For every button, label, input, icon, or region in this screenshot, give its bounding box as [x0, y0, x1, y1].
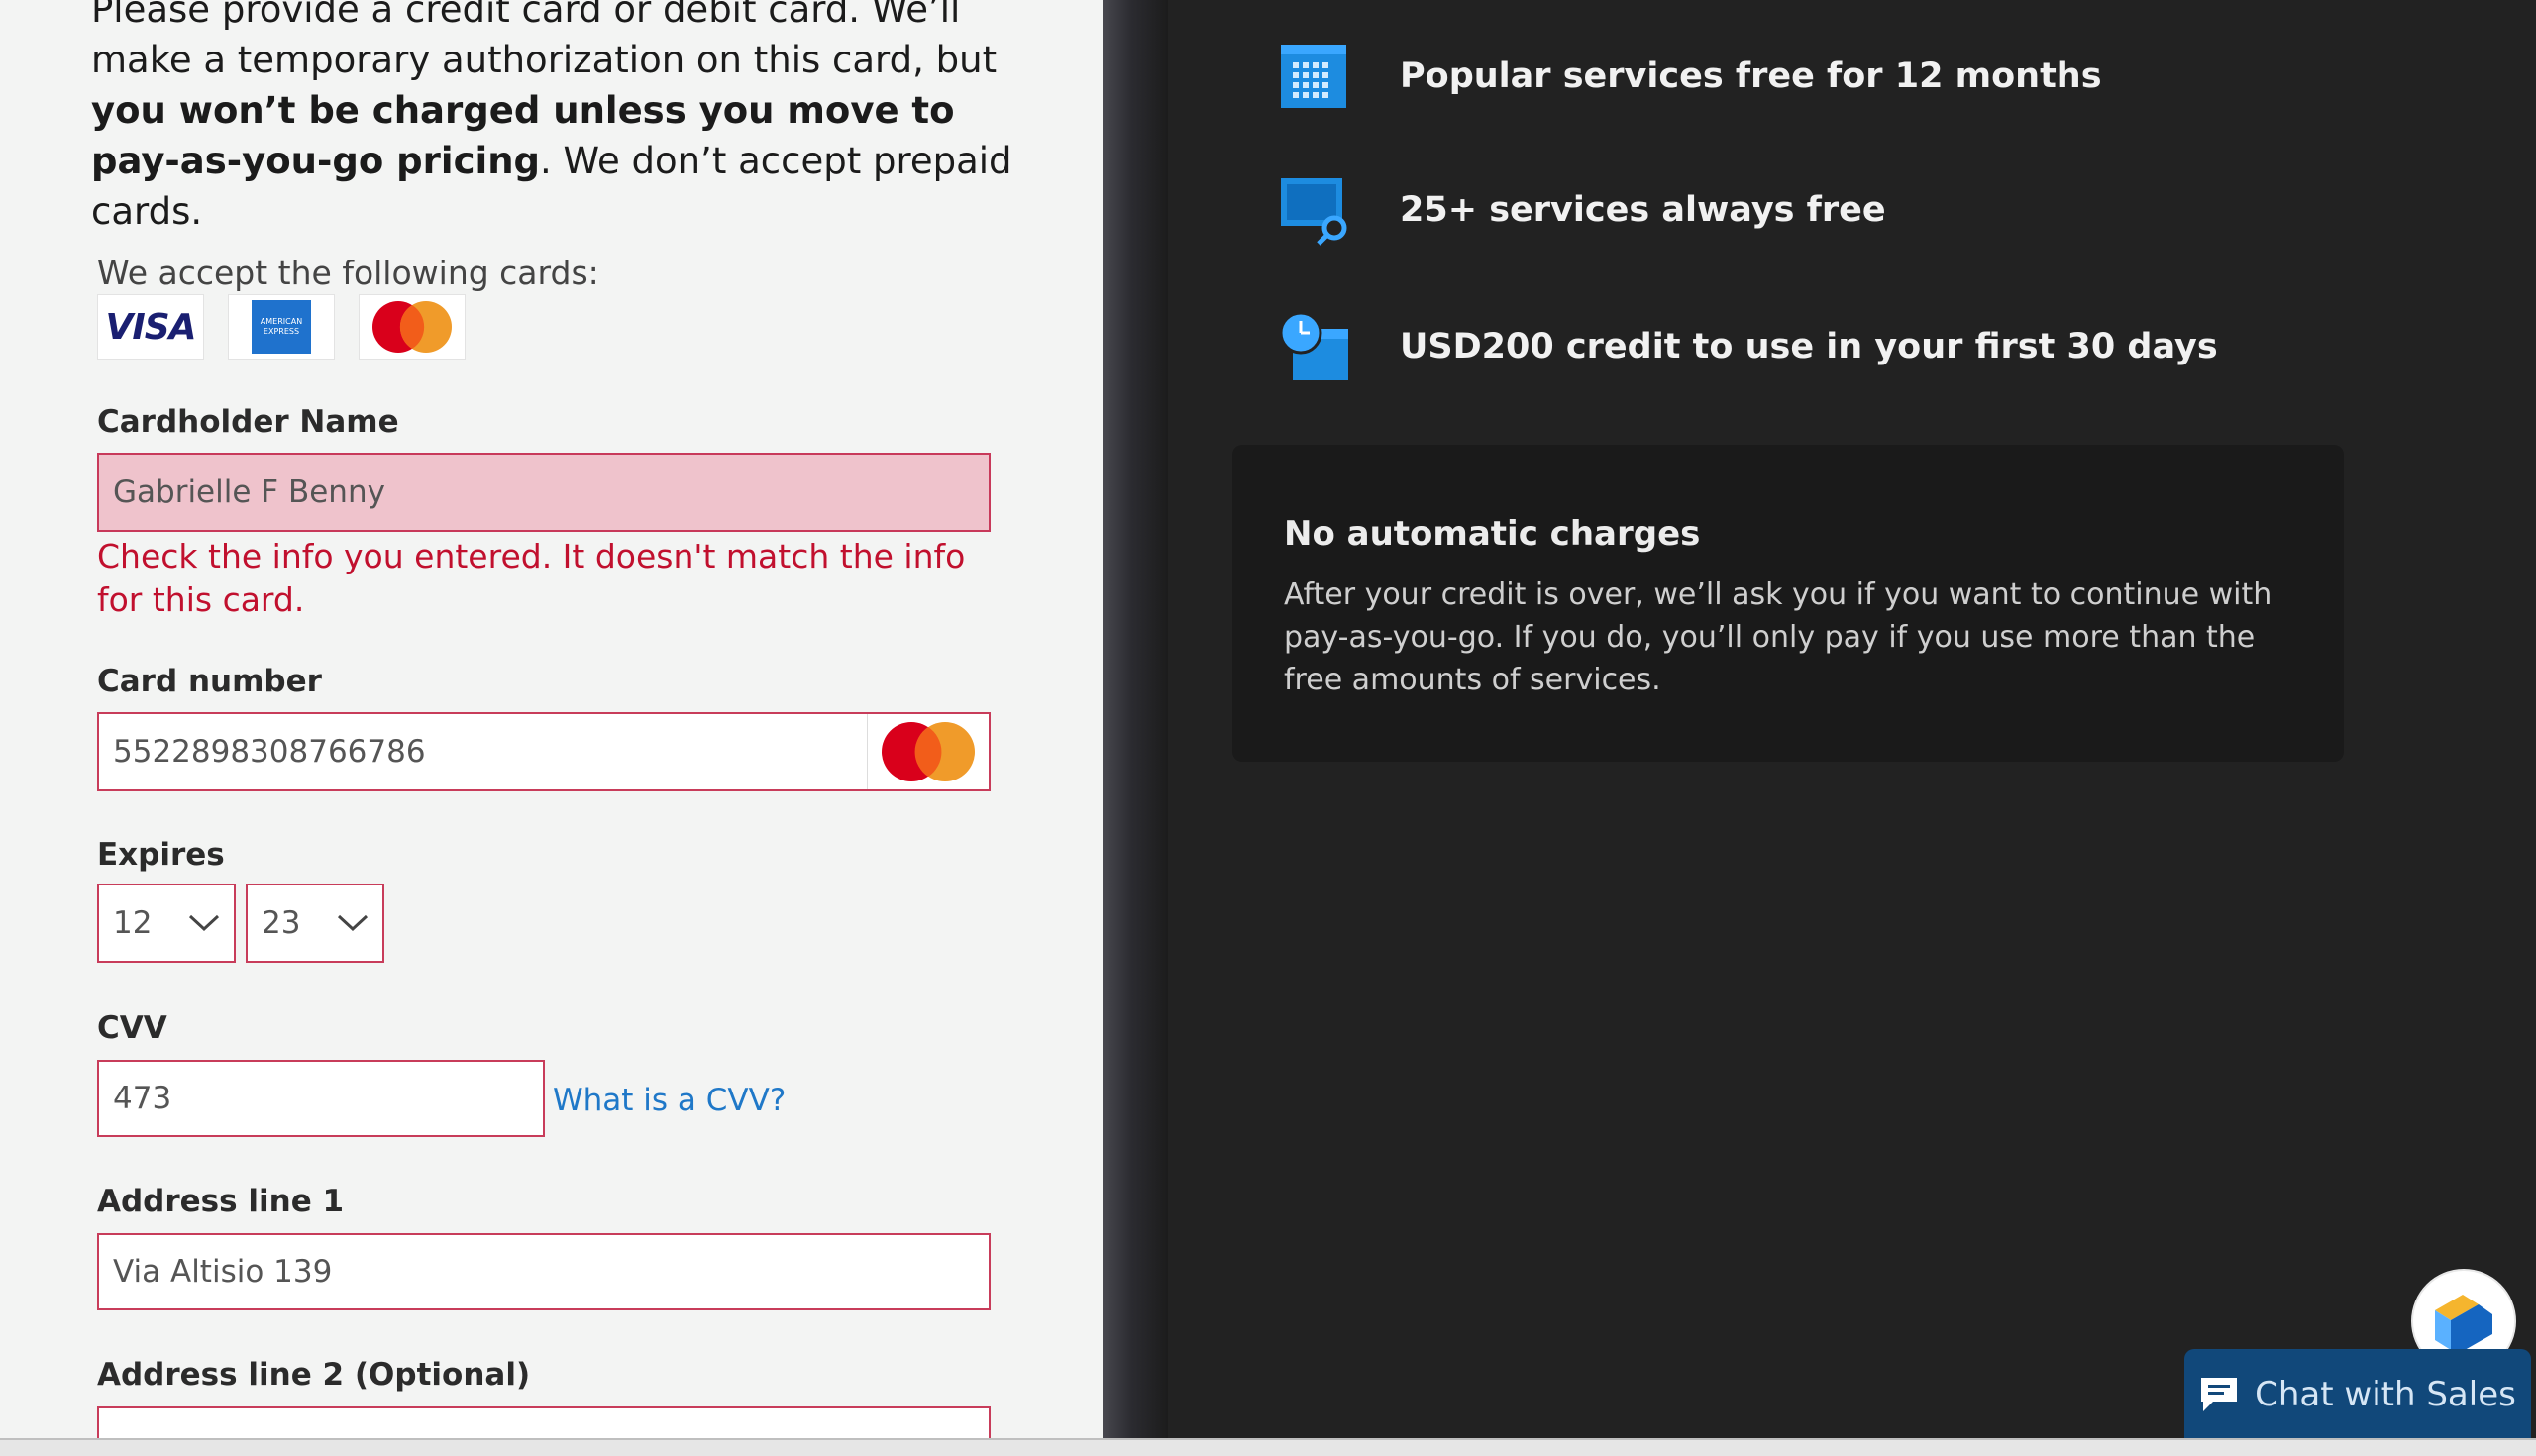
cvv-input[interactable]: 473 — [97, 1060, 545, 1137]
clock-calendar-icon — [1279, 311, 1350, 382]
benefit-item: 25+ services always free — [1279, 174, 1886, 246]
payment-form-panel: Please provide a credit card or debit ca… — [0, 0, 1103, 1438]
address-line1-input[interactable]: Via Altisio 139 — [97, 1233, 991, 1310]
cvv-label: CVV — [97, 1010, 167, 1046]
chevron-down-icon — [337, 914, 369, 932]
benefit-text: Popular services free for 12 months — [1400, 56, 2102, 96]
visa-logo: VISA — [97, 294, 204, 360]
cvv-value: 473 — [113, 1081, 172, 1116]
chat-with-sales-button[interactable]: Chat with Sales — [2184, 1349, 2531, 1440]
panel-divider — [1103, 0, 1168, 1438]
accepted-cards-logos: VISA AMERICAN EXPRESS — [97, 294, 466, 360]
amex-logo: AMERICAN EXPRESS — [228, 294, 335, 360]
expires-year-value: 23 — [262, 905, 301, 941]
mastercard-icon — [372, 301, 452, 353]
monitor-search-icon — [1279, 174, 1350, 246]
detected-card-brand — [867, 714, 989, 789]
benefit-item: USD200 credit to use in your first 30 da… — [1279, 311, 2218, 382]
expires-label: Expires — [97, 837, 225, 873]
chat-with-sales-label: Chat with Sales — [2255, 1375, 2516, 1414]
no-automatic-charges-card: No automatic charges After your credit i… — [1232, 445, 2344, 762]
address-line2-input[interactable] — [97, 1406, 991, 1438]
info-card-title: No automatic charges — [1284, 514, 1701, 554]
accepted-cards-label: We accept the following cards: — [97, 254, 599, 292]
expires-year-select[interactable]: 23 — [246, 884, 384, 963]
benefit-text: USD200 credit to use in your first 30 da… — [1400, 327, 2218, 366]
calendar-grid-icon — [1279, 41, 1350, 112]
intro-text-prefix: Please provide a credit card or debit ca… — [91, 0, 998, 81]
expires-month-select[interactable]: 12 — [97, 884, 236, 963]
mastercard-icon — [882, 722, 975, 781]
address-line1-label: Address line 1 — [97, 1184, 345, 1219]
what-is-cvv-link[interactable]: What is a CVV? — [553, 1083, 786, 1118]
visa-logo-text: VISA — [105, 306, 196, 348]
cardholder-name-input[interactable]: Gabrielle F Benny — [97, 453, 991, 532]
card-number-label: Card number — [97, 664, 322, 699]
cardholder-name-value: Gabrielle F Benny — [113, 474, 385, 510]
amex-logo-mark: AMERICAN EXPRESS — [252, 300, 311, 354]
cardholder-name-label: Cardholder Name — [97, 404, 399, 440]
cardholder-error-message: Check the info you entered. It doesn't m… — [97, 537, 966, 619]
card-number-input[interactable]: 5522898308766786 — [97, 712, 991, 791]
address-line2-label: Address line 2 (Optional) — [97, 1357, 531, 1393]
mastercard-logo — [359, 294, 466, 360]
card-number-value: 5522898308766786 — [113, 734, 426, 770]
benefit-item: Popular services free for 12 months — [1279, 41, 2102, 112]
info-card-body: After your credit is over, we’ll ask you… — [1284, 577, 2272, 697]
address-line1-value: Via Altisio 139 — [113, 1254, 333, 1290]
benefit-text: 25+ services always free — [1400, 190, 1886, 230]
chat-bubble-icon — [2201, 1378, 2238, 1411]
window-bottom-edge — [0, 1438, 2536, 1456]
intro-text: Please provide a credit card or debit ca… — [91, 0, 1012, 237]
expires-month-value: 12 — [113, 905, 153, 941]
chat-bot-logo-icon — [2435, 1295, 2492, 1350]
chevron-down-icon — [188, 914, 220, 932]
